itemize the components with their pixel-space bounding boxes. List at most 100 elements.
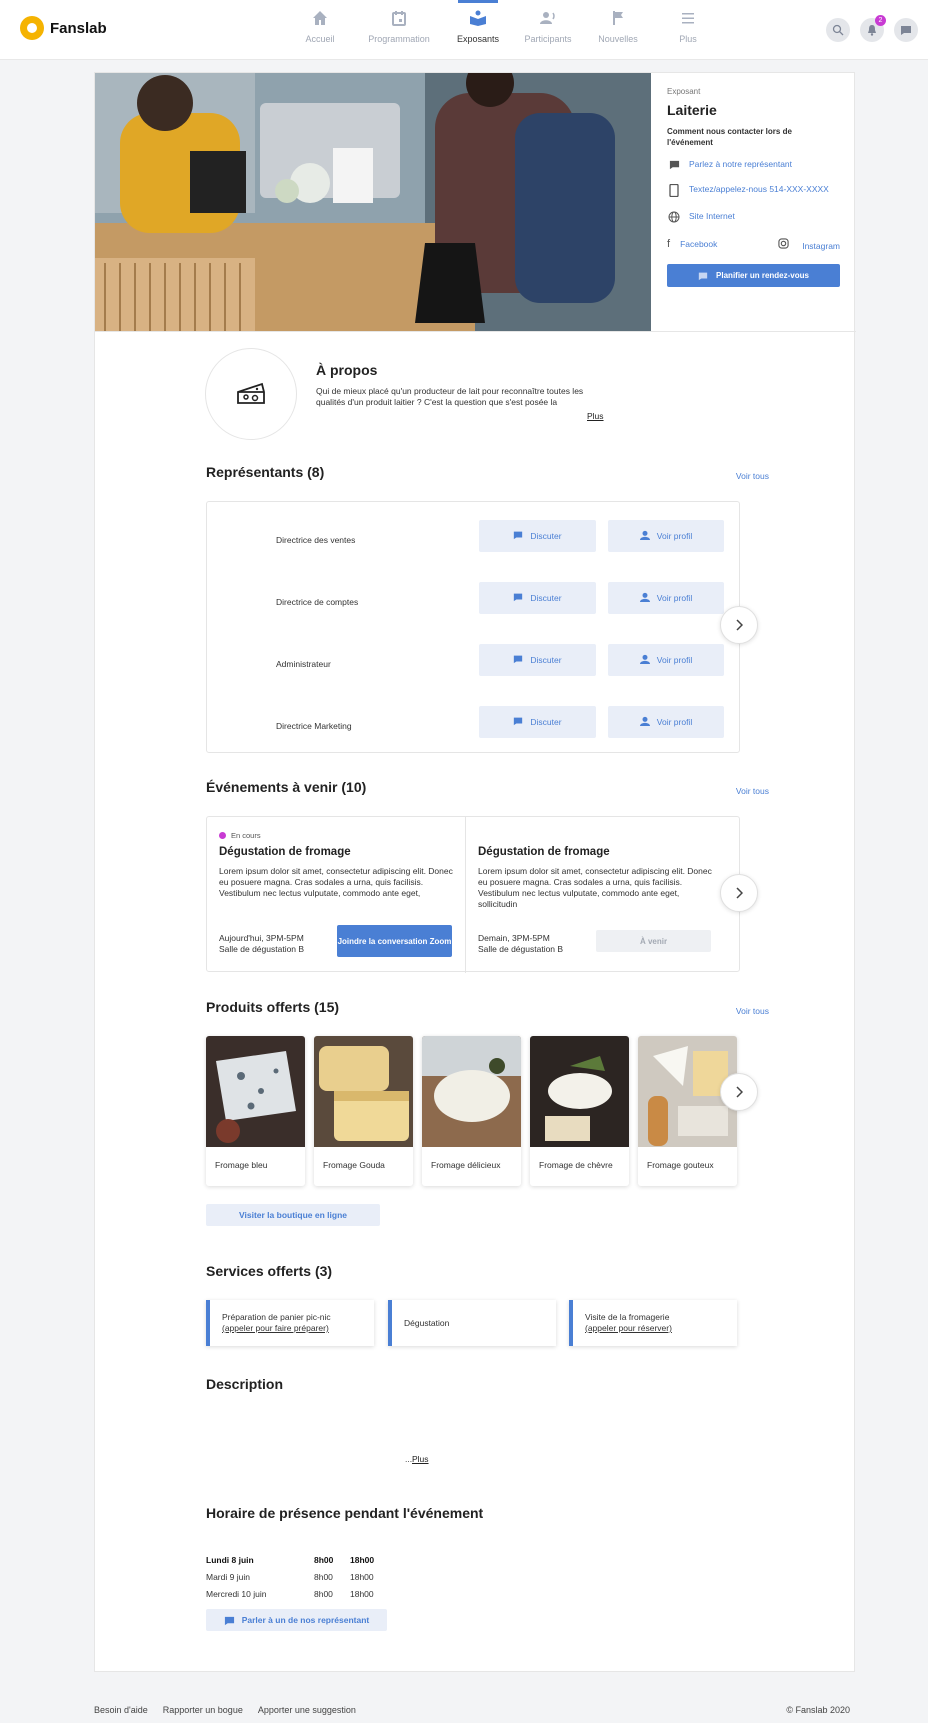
talk-to-rep-link[interactable]: Parlez à notre représentant bbox=[667, 159, 840, 173]
chat-button[interactable]: Discuter bbox=[479, 582, 596, 614]
chat-button[interactable]: Discuter bbox=[479, 520, 596, 552]
table-row: Mardi 9 juin 8h00 18h00 bbox=[206, 1568, 386, 1585]
events-next-button[interactable] bbox=[720, 874, 758, 912]
report-bug-link[interactable]: Rapporter un bogue bbox=[163, 1705, 243, 1715]
chat-label: Discuter bbox=[530, 655, 562, 665]
nav-label: Accueil bbox=[305, 34, 335, 44]
description-more-link[interactable]: Plus bbox=[412, 1454, 429, 1464]
events-title: Événements à venir (10) bbox=[206, 779, 367, 795]
facebook-icon: f bbox=[667, 238, 671, 250]
search-button[interactable] bbox=[826, 18, 850, 42]
view-profile-button[interactable]: Voir profil bbox=[608, 582, 724, 614]
chevron-right-icon bbox=[736, 887, 743, 899]
product-card[interactable]: Fromage Gouda bbox=[314, 1036, 413, 1186]
divider bbox=[95, 331, 856, 332]
nav-item-accueil[interactable]: Accueil bbox=[285, 0, 355, 60]
chat-icon bbox=[224, 1616, 234, 1625]
product-name: Fromage gouteux bbox=[647, 1160, 714, 1170]
service-link[interactable]: (appeler pour réserver) bbox=[585, 1323, 725, 1334]
representatives-next-button[interactable] bbox=[720, 606, 758, 644]
chevron-right-icon bbox=[736, 1086, 743, 1098]
event-title: Dégustation de fromage bbox=[219, 846, 351, 858]
messages-button[interactable] bbox=[894, 18, 918, 42]
event-location: Salle de dégustation B bbox=[219, 944, 305, 954]
schedule-meeting-label: Planifier un rendez-vous bbox=[716, 271, 809, 280]
app-name: Fanslab bbox=[50, 19, 107, 37]
nav-item-nouvelles[interactable]: Nouvelles bbox=[583, 0, 653, 60]
visit-shop-button[interactable]: Visiter la boutique en ligne bbox=[206, 1204, 380, 1226]
home-icon bbox=[285, 10, 355, 32]
representatives-see-all[interactable]: Voir tous bbox=[736, 471, 769, 481]
event-meta: Aujourd'hui, 3PM-5PM Salle de dégustatio… bbox=[219, 933, 304, 955]
events-see-all[interactable]: Voir tous bbox=[736, 786, 769, 796]
table-row: Mercredi 10 juin 8h00 18h00 bbox=[206, 1585, 386, 1602]
facebook-link[interactable]: f Facebook bbox=[667, 238, 717, 252]
globe-icon bbox=[667, 211, 681, 226]
service-card[interactable]: Visite de la fromagerie (appeler pour ré… bbox=[569, 1300, 737, 1346]
service-link[interactable]: (appeler pour faire préparer) bbox=[222, 1323, 362, 1334]
website-link[interactable]: Site Internet bbox=[667, 211, 840, 226]
nav-item-participants[interactable]: Participants bbox=[513, 0, 583, 60]
product-name: Fromage de chèvre bbox=[539, 1160, 613, 1170]
footer: Besoin d'aide Rapporter un bogue Apporte… bbox=[94, 1705, 855, 1715]
representatives-list: Directrice des ventes Discuter Voir prof… bbox=[206, 501, 740, 753]
exhibitor-kind: Exposant bbox=[667, 87, 701, 96]
products-next-button[interactable] bbox=[720, 1073, 758, 1111]
profile-label: Voir profil bbox=[656, 717, 693, 727]
join-zoom-button[interactable]: Joindre la conversation Zoom bbox=[337, 925, 452, 957]
contact-rep-button[interactable]: Parler à un de nos représentant bbox=[206, 1609, 387, 1631]
event-description: Lorem ipsum dolor sit amet, consectetur … bbox=[478, 866, 712, 909]
product-name: Fromage Gouda bbox=[323, 1160, 385, 1170]
suggestion-link[interactable]: Apporter une suggestion bbox=[258, 1705, 356, 1715]
service-name: Dégustation bbox=[404, 1317, 450, 1328]
exhibitor-icon bbox=[443, 10, 513, 32]
instagram-link[interactable]: Instagram bbox=[778, 238, 840, 252]
event-card: Dégustation de fromage Lorem ipsum dolor… bbox=[466, 817, 724, 973]
service-card[interactable]: Préparation de panier pic-nic (appeler p… bbox=[206, 1300, 374, 1346]
view-profile-button[interactable]: Voir profil bbox=[608, 706, 724, 738]
notifications-button[interactable]: 2 bbox=[860, 15, 886, 42]
user-icon bbox=[639, 530, 650, 543]
product-card[interactable]: Fromage délicieux bbox=[422, 1036, 521, 1186]
product-card[interactable]: Fromage de chèvre bbox=[530, 1036, 629, 1186]
about-more-link[interactable]: Plus bbox=[587, 411, 604, 421]
social-links: f Facebook Instagram bbox=[667, 238, 840, 252]
nav-item-programmation[interactable]: Programmation bbox=[355, 0, 443, 60]
chat-button[interactable]: Discuter bbox=[479, 706, 596, 738]
view-profile-button[interactable]: Voir profil bbox=[608, 520, 724, 552]
schedule-title: Horaire de présence pendant l'événement bbox=[206, 1505, 484, 1521]
nav-item-exposants[interactable]: Exposants bbox=[443, 0, 513, 60]
phone-link[interactable]: Textez/appelez-nous 514-XXX-XXXX bbox=[667, 183, 840, 200]
schedule-start: 8h00 bbox=[314, 1588, 333, 1599]
event-location: Salle de dégustation B bbox=[478, 944, 564, 954]
schedule-start: 8h00 bbox=[314, 1554, 334, 1565]
schedule-end: 18h00 bbox=[350, 1588, 374, 1599]
view-profile-button[interactable]: Voir profil bbox=[608, 644, 724, 676]
app-logo[interactable]: Fanslab bbox=[20, 16, 107, 40]
service-card[interactable]: Dégustation bbox=[388, 1300, 556, 1346]
chat-icon bbox=[513, 716, 523, 729]
contact-heading: Comment nous contacter lors de l'événeme… bbox=[667, 127, 792, 147]
company-logo bbox=[205, 348, 297, 440]
product-image bbox=[314, 1036, 413, 1147]
chat-button[interactable]: Discuter bbox=[479, 644, 596, 676]
nav-item-plus[interactable]: Plus bbox=[653, 0, 723, 60]
product-card[interactable]: Fromage bleu bbox=[206, 1036, 305, 1186]
product-card[interactable]: Fromage gouteux bbox=[638, 1036, 737, 1186]
product-image bbox=[422, 1036, 521, 1147]
exhibitor-name: Laiterie bbox=[667, 102, 717, 118]
event-time: Demain, 3PM-5PM bbox=[478, 933, 550, 943]
product-name: Fromage bleu bbox=[215, 1160, 268, 1170]
schedule-meeting-button[interactable]: Planifier un rendez-vous bbox=[667, 264, 840, 287]
event-status: En cours bbox=[219, 829, 453, 841]
representatives-title: Représentants (8) bbox=[206, 464, 325, 480]
exhibitor-card: Exposant Laiterie Comment nous contacter… bbox=[94, 72, 856, 1672]
help-link[interactable]: Besoin d'aide bbox=[94, 1705, 148, 1715]
schedule-start: 8h00 bbox=[314, 1571, 333, 1582]
user-icon bbox=[639, 654, 650, 667]
schedule-end: 18h00 bbox=[350, 1554, 375, 1565]
user-icon bbox=[639, 592, 650, 605]
user-icon bbox=[639, 716, 650, 729]
rep-role: Administrateur bbox=[276, 659, 331, 669]
products-see-all[interactable]: Voir tous bbox=[736, 1006, 769, 1016]
